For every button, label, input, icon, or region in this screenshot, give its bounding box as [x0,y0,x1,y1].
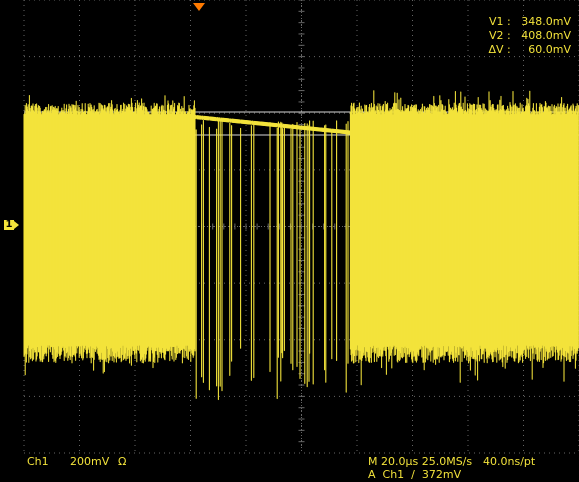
cursor-dv-readout: ΔV : 60.0mV [475,32,571,68]
cursor-dv-value: 60.0mV [528,43,571,56]
channel-scale: 200mV [70,455,110,468]
channel-ref-icon: 1 [4,220,14,230]
impedance-icon: Ω [118,455,127,468]
channel-label: Ch1 [27,455,49,468]
trigger-marker-icon [193,3,205,11]
oscilloscope-display: 1 V1 : 348.0mV V2 : 408.0mV ΔV : 60.0mV … [0,0,579,482]
sample-interval-readout: 40.0ns/pt [483,455,536,468]
timebase-readout: M 20.0μs 25.0MS/s [368,455,473,468]
channel-ref-arrow-icon [14,221,19,229]
trace-group [23,90,579,401]
channel-ref-label: 1 [5,219,13,230]
trigger-readout: A Ch1 ∕ 372mV [368,468,462,481]
waveform-trace [23,90,579,401]
cursor-dv-label: ΔV : [488,43,511,56]
